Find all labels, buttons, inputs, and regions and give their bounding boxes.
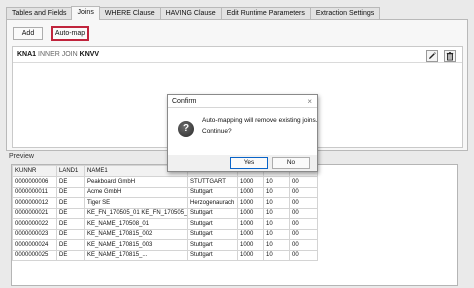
join-right-table: KNVV [79, 51, 100, 58]
tab-bar: Tables and Fields Joins WHERE Clause HAV… [6, 6, 381, 20]
table-cell: 0000000012 [12, 197, 57, 209]
dialog-question: Continue? [202, 128, 232, 135]
table-cell: 0000000023 [12, 228, 57, 240]
preview-table: KUNNRLAND1NAME1ORT01VKORGVTWEGSPART 0000… [12, 165, 318, 261]
table-cell: KE_NAME_170815_003 [84, 239, 188, 251]
table-cell: Stuttgart [187, 218, 238, 230]
table-cell: 00 [289, 218, 318, 230]
table-cell: 10 [263, 218, 290, 230]
table-cell: STUTTGART [187, 176, 238, 188]
table-cell: Stuttgart [187, 228, 238, 240]
table-cell: 00 [289, 207, 318, 219]
table-cell: Tiger SE [84, 197, 188, 209]
table-cell: 0000000022 [12, 218, 57, 230]
table-cell: 10 [263, 186, 290, 198]
preview-grid[interactable]: KUNNRLAND1NAME1ORT01VKORGVTWEGSPART 0000… [11, 164, 458, 286]
table-row[interactable]: 0000000024 DE KE_NAME_170815_003 Stuttgart 1… [12, 239, 318, 251]
table-cell: 00 [289, 228, 318, 240]
join-row[interactable]: KNA1 INNER JOIN KNVV [13, 47, 462, 63]
table-row[interactable]: 0000000022 DE KE_NAME_170508_01 Stuttgart 10… [12, 218, 318, 230]
preview-label: Preview [9, 153, 34, 160]
table-cell: 1000 [237, 228, 264, 240]
table-cell: 1000 [237, 239, 264, 251]
table-cell: 1000 [237, 197, 264, 209]
table-cell: 0000000011 [12, 186, 57, 198]
table-cell: 10 [263, 239, 290, 251]
trash-icon [446, 52, 454, 61]
table-cell: DE [56, 239, 85, 251]
table-cell: 00 [289, 249, 318, 261]
table-cell: Stuttgart [187, 249, 238, 261]
table-row[interactable]: 0000000006 DE Peakboard GmbH STUTTGART 1000 1… [12, 176, 318, 188]
table-row[interactable]: 0000000021 DE KE_FN_170505_01 KE_FN_170505… [12, 207, 318, 219]
table-row[interactable]: 0000000023 DE KE_NAME_170815_002 Stuttgart 1… [12, 228, 318, 240]
table-cell: 1000 [237, 207, 264, 219]
table-cell: Acme GmbH [84, 186, 188, 198]
table-cell: Peakboard GmbH [84, 176, 188, 188]
table-cell: 00 [289, 197, 318, 209]
table-row[interactable]: 0000000011 DE Acme GmbH Stuttgart 1000 10 00 [12, 186, 318, 198]
table-cell: DE [56, 249, 85, 261]
edit-join-button[interactable] [426, 50, 438, 62]
table-row[interactable]: 0000000025 DE KE_NAME_170815_... Stuttgart 1… [12, 249, 318, 261]
table-cell: DE [56, 186, 85, 198]
table-cell: KE_NAME_170508_01 [84, 218, 188, 230]
table-cell: DE [56, 207, 85, 219]
table-cell: Stuttgart [187, 207, 238, 219]
dialog-title-bar: Confirm × [168, 95, 317, 108]
table-cell: 0000000024 [12, 239, 57, 251]
dialog-footer: Yes No [168, 155, 317, 172]
table-cell: Stuttgart [187, 239, 238, 251]
table-cell: DE [56, 228, 85, 240]
table-cell: 00 [289, 239, 318, 251]
table-cell: KE_NAME_170815_... [84, 249, 188, 261]
table-cell: 10 [263, 207, 290, 219]
table-cell: Herzogenaurach [187, 197, 238, 209]
table-cell: DE [56, 218, 85, 230]
confirm-dialog: Confirm × ? Auto-mapping will remove exi… [167, 94, 318, 172]
question-icon: ? [178, 121, 194, 137]
table-row[interactable]: 0000000012 DE Tiger SE Herzogenaurach 1000 10… [12, 197, 318, 209]
column-header[interactable]: LAND1 [56, 165, 85, 177]
table-body: 0000000006 DE Peakboard GmbH STUTTGART 1000 1… [12, 176, 318, 261]
pencil-icon [429, 52, 436, 59]
table-cell: 0000000021 [12, 207, 57, 219]
table-cell: DE [56, 197, 85, 209]
dialog-message: Auto-mapping will remove existing joins. [202, 117, 318, 124]
table-cell: 10 [263, 249, 290, 261]
yes-button[interactable]: Yes [230, 157, 268, 169]
column-header[interactable]: KUNNR [12, 165, 57, 177]
join-type: INNER JOIN [38, 51, 78, 58]
no-button[interactable]: No [272, 157, 310, 169]
table-cell: 0000000025 [12, 249, 57, 261]
table-cell: Stuttgart [187, 186, 238, 198]
table-cell: 10 [263, 228, 290, 240]
close-icon[interactable]: × [307, 95, 312, 108]
table-cell: 0000000006 [12, 176, 57, 188]
table-cell: 00 [289, 186, 318, 198]
table-cell: KE_NAME_170815_002 [84, 228, 188, 240]
tab-joins[interactable]: Joins [71, 6, 100, 20]
table-cell: 10 [263, 176, 290, 188]
dialog-title: Confirm [172, 98, 197, 105]
table-cell: KE_FN_170505_01 KE_FN_170505_01 [84, 207, 188, 219]
delete-join-button[interactable] [444, 50, 456, 62]
table-cell: DE [56, 176, 85, 188]
table-cell: 1000 [237, 186, 264, 198]
table-cell: 10 [263, 197, 290, 209]
table-cell: 1000 [237, 218, 264, 230]
add-button[interactable]: Add [13, 27, 43, 40]
auto-map-button[interactable]: Auto-map [51, 26, 89, 41]
table-cell: 1000 [237, 249, 264, 261]
join-left-table: KNA1 [17, 51, 37, 58]
table-cell: 00 [289, 176, 318, 188]
table-cell: 1000 [237, 176, 264, 188]
dialog-body: ? Auto-mapping will remove existing join… [168, 108, 318, 155]
